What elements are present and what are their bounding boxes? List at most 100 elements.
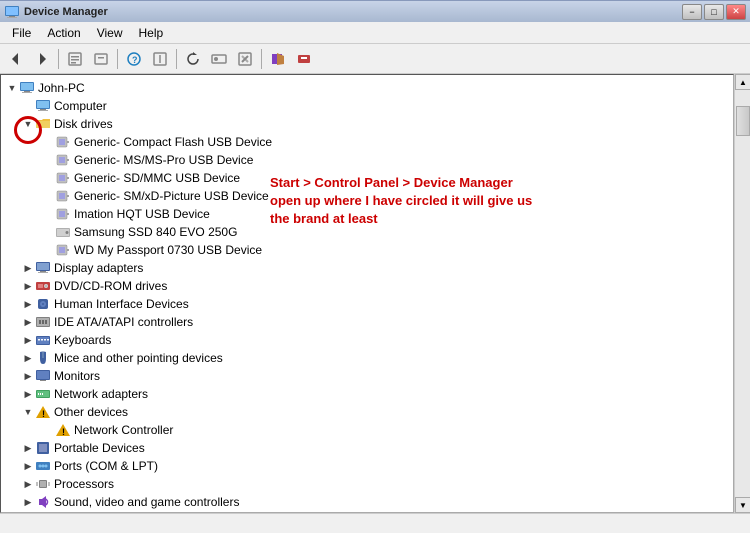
tree-item-network-adapters[interactable]: ▶ Network adapters bbox=[1, 385, 733, 403]
minimize-button[interactable]: − bbox=[682, 4, 702, 20]
maximize-button[interactable]: □ bbox=[704, 4, 724, 20]
tree-item-network-controller[interactable]: ! Network Controller bbox=[1, 421, 733, 439]
toolbar-btn-5[interactable] bbox=[233, 47, 257, 71]
tree-item-sd-mmc[interactable]: Generic- SD/MMC USB Device bbox=[1, 169, 733, 187]
toolbar-btn-2[interactable] bbox=[89, 47, 113, 71]
tree-item-portable-devices[interactable]: ▶ Portable Devices bbox=[1, 439, 733, 457]
item-label-imation: Imation HQT USB Device bbox=[74, 207, 210, 221]
expand-display-adapters[interactable]: ▶ bbox=[21, 261, 35, 275]
svg-text:!: ! bbox=[42, 409, 45, 419]
toolbar-btn-scan[interactable] bbox=[266, 47, 290, 71]
item-label-keyboards: Keyboards bbox=[54, 333, 111, 347]
status-bar bbox=[0, 513, 750, 533]
toolbar-btn-refresh[interactable] bbox=[181, 47, 205, 71]
tree-item-keyboards[interactable]: ▶ Keyboards bbox=[1, 331, 733, 349]
item-label-network-controller: Network Controller bbox=[74, 423, 173, 437]
tree-item-sm-xd[interactable]: Generic- SM/xD-Picture USB Device bbox=[1, 187, 733, 205]
scroll-thumb[interactable] bbox=[736, 106, 750, 136]
tree-item-samsung[interactable]: Samsung SSD 840 EVO 250G bbox=[1, 223, 733, 241]
toolbar-btn-3[interactable] bbox=[148, 47, 172, 71]
net-icon bbox=[35, 386, 51, 402]
warning-icon: ! bbox=[35, 404, 51, 420]
expand-mice[interactable]: ▶ bbox=[21, 351, 35, 365]
forward-button[interactable] bbox=[30, 47, 54, 71]
expand-other-devices[interactable]: ▼ bbox=[21, 405, 35, 419]
tree-item-ms-pro[interactable]: Generic- MS/MS-Pro USB Device bbox=[1, 151, 733, 169]
item-label-wd: WD My Passport 0730 USB Device bbox=[74, 243, 262, 257]
expand-disk-drives[interactable]: ▼ bbox=[21, 117, 35, 131]
computer-icon bbox=[19, 80, 35, 96]
scrollbar[interactable]: ▲ ▼ bbox=[734, 74, 750, 513]
expand-sound[interactable]: ▶ bbox=[21, 495, 35, 509]
tree-item-monitors[interactable]: ▶ Monitors bbox=[1, 367, 733, 385]
scroll-down[interactable]: ▼ bbox=[735, 497, 750, 513]
tree-item-compact-flash[interactable]: Generic- Compact Flash USB Device bbox=[1, 133, 733, 151]
window: Device Manager − □ ✕ File Action View He… bbox=[0, 0, 750, 533]
close-button[interactable]: ✕ bbox=[726, 4, 746, 20]
tree-item-ide[interactable]: ▶ IDE ATA/ATAPI controllers bbox=[1, 313, 733, 331]
menu-help[interactable]: Help bbox=[131, 24, 172, 42]
hid-icon bbox=[35, 296, 51, 312]
item-label-disk-drives: Disk drives bbox=[54, 117, 113, 131]
tree-item-processors[interactable]: ▶ Processors bbox=[1, 475, 733, 493]
item-label-ms-pro: Generic- MS/MS-Pro USB Device bbox=[74, 153, 253, 167]
menu-view[interactable]: View bbox=[89, 24, 131, 42]
expand-dvd-cdrom[interactable]: ▶ bbox=[21, 279, 35, 293]
tree-panel[interactable]: ▼ John-PC Computer ▼ Disk drives bbox=[0, 74, 734, 513]
drive-icon bbox=[55, 224, 71, 240]
expand-ide[interactable]: ▶ bbox=[21, 315, 35, 329]
tree-item-system-devices[interactable]: ▶ System devices bbox=[1, 511, 733, 513]
expand-hid[interactable]: ▶ bbox=[21, 297, 35, 311]
dvd-icon bbox=[35, 278, 51, 294]
usb-icon bbox=[55, 170, 71, 186]
expand-portable-devices[interactable]: ▶ bbox=[21, 441, 35, 455]
item-label-hid: Human Interface Devices bbox=[54, 297, 189, 311]
tree-item-computer[interactable]: Computer bbox=[1, 97, 733, 115]
toolbar-btn-help[interactable]: ? bbox=[122, 47, 146, 71]
tree-root[interactable]: ▼ John-PC bbox=[1, 79, 733, 97]
tree-item-other-devices[interactable]: ▼ ! Other devices bbox=[1, 403, 733, 421]
menu-action[interactable]: Action bbox=[39, 24, 88, 42]
expand-sm-xd bbox=[41, 189, 55, 203]
tree-item-ports[interactable]: ▶ Ports (COM & LPT) bbox=[1, 457, 733, 475]
menu-file[interactable]: File bbox=[4, 24, 39, 42]
expand-wd bbox=[41, 243, 55, 257]
expand-monitors[interactable]: ▶ bbox=[21, 369, 35, 383]
toolbar-btn-properties[interactable] bbox=[63, 47, 87, 71]
tree-item-imation[interactable]: Imation HQT USB Device bbox=[1, 205, 733, 223]
item-label-network-adapters: Network adapters bbox=[54, 387, 148, 401]
toolbar-separator-3 bbox=[176, 49, 177, 69]
expand-root[interactable]: ▼ bbox=[5, 81, 19, 95]
usb-icon bbox=[55, 134, 71, 150]
port-icon bbox=[35, 458, 51, 474]
toolbar-btn-uninstall[interactable] bbox=[292, 47, 316, 71]
toolbar: ? bbox=[0, 44, 750, 74]
tree-item-disk-drives[interactable]: ▼ Disk drives bbox=[1, 115, 733, 133]
usb-icon bbox=[55, 242, 71, 258]
expand-processors[interactable]: ▶ bbox=[21, 477, 35, 491]
tree-item-wd[interactable]: WD My Passport 0730 USB Device bbox=[1, 241, 733, 259]
scroll-up[interactable]: ▲ bbox=[735, 74, 750, 90]
main-content: Start > Control Panel > Device Manager o… bbox=[0, 74, 750, 513]
monitor-icon bbox=[35, 368, 51, 384]
computer-icon bbox=[35, 98, 51, 114]
tree-item-dvd-cdrom[interactable]: ▶ DVD/CD-ROM drives bbox=[1, 277, 733, 295]
toolbar-btn-4[interactable] bbox=[207, 47, 231, 71]
expand-network-controller bbox=[41, 423, 55, 437]
item-label-dvd-cdrom: DVD/CD-ROM drives bbox=[54, 279, 167, 293]
item-label-portable-devices: Portable Devices bbox=[54, 441, 145, 455]
tree-item-mice[interactable]: ▶ Mice and other pointing devices bbox=[1, 349, 733, 367]
expand-keyboards[interactable]: ▶ bbox=[21, 333, 35, 347]
expand-network-adapters[interactable]: ▶ bbox=[21, 387, 35, 401]
title-bar: Device Manager − □ ✕ bbox=[0, 0, 750, 22]
tree-item-hid[interactable]: ▶ Human Interface Devices bbox=[1, 295, 733, 313]
expand-sd-mmc bbox=[41, 171, 55, 185]
back-button[interactable] bbox=[4, 47, 28, 71]
ide-icon bbox=[35, 314, 51, 330]
toolbar-separator-4 bbox=[261, 49, 262, 69]
expand-samsung bbox=[41, 225, 55, 239]
item-label-sm-xd: Generic- SM/xD-Picture USB Device bbox=[74, 189, 269, 203]
tree-item-sound[interactable]: ▶ Sound, video and game controllers bbox=[1, 493, 733, 511]
expand-ports[interactable]: ▶ bbox=[21, 459, 35, 473]
tree-item-display-adapters[interactable]: ▶ Display adapters bbox=[1, 259, 733, 277]
